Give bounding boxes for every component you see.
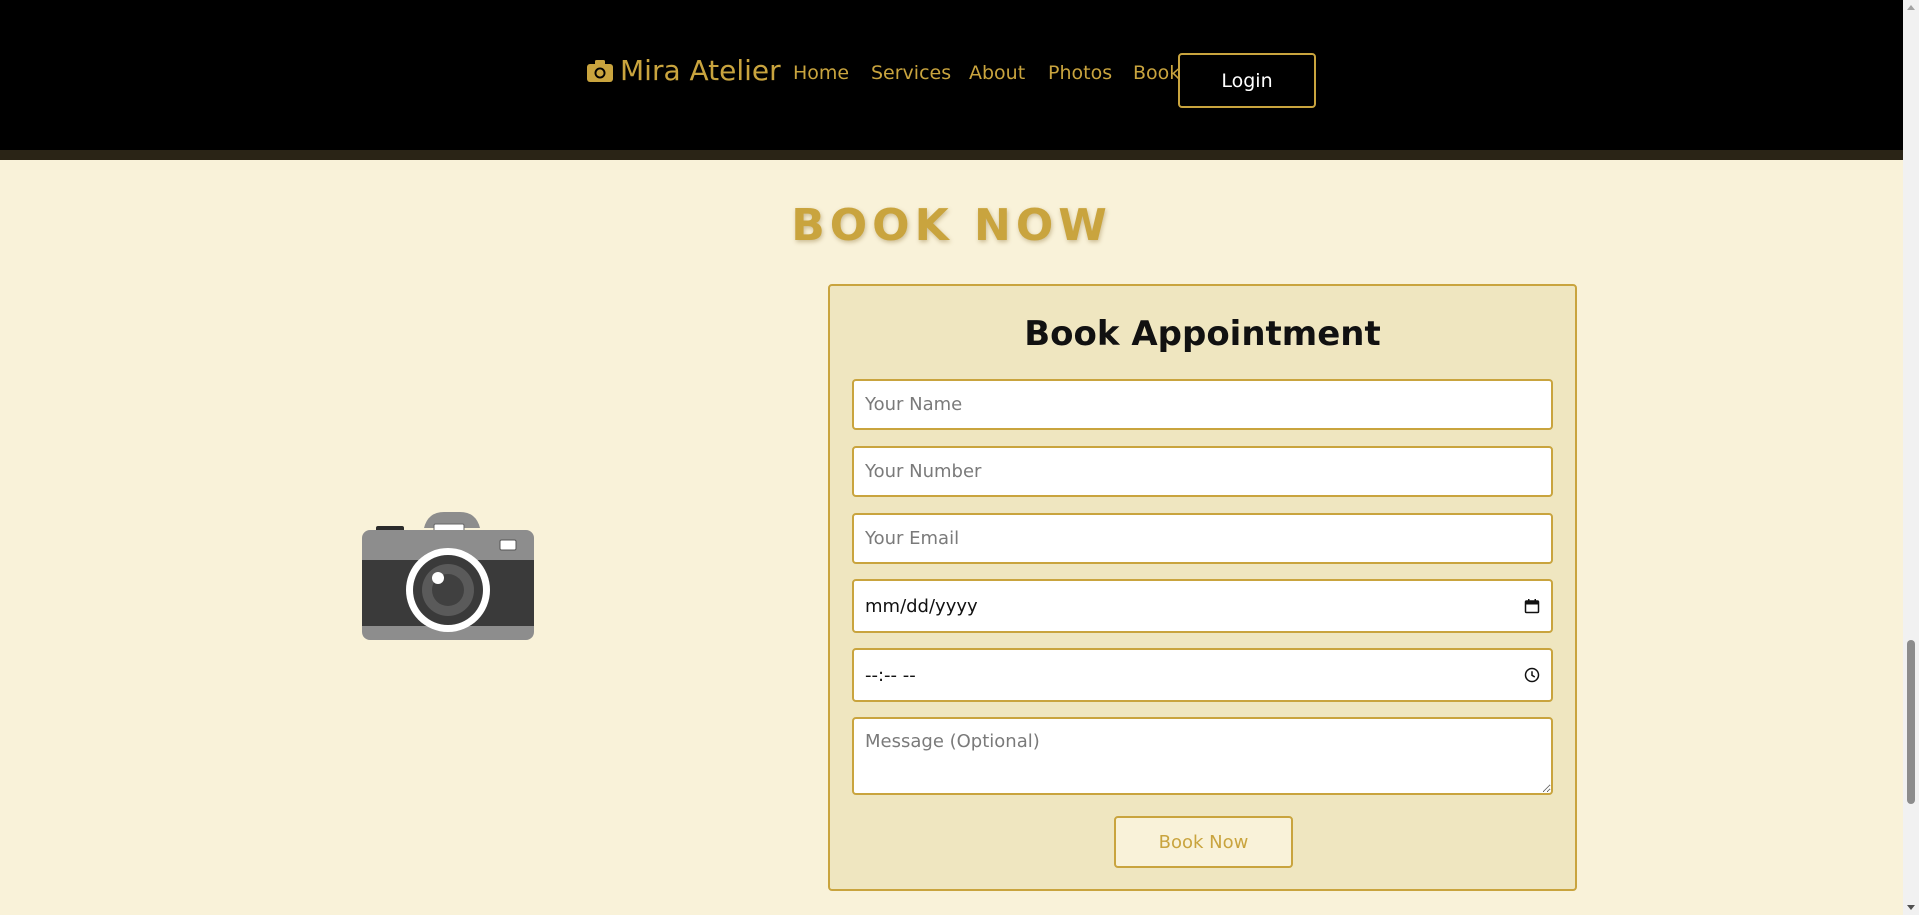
nav-link-about[interactable]: About — [969, 62, 1025, 84]
form-heading: Book Appointment — [1024, 314, 1381, 354]
time-value: --:-- -- — [865, 664, 916, 686]
scroll-thumb[interactable] — [1907, 640, 1915, 804]
scroll-up-arrow-icon[interactable] — [1907, 5, 1915, 10]
scroll-down-arrow-icon[interactable] — [1907, 905, 1915, 910]
time-input[interactable]: --:-- -- — [852, 648, 1553, 702]
calendar-icon[interactable] — [1524, 598, 1540, 614]
nav-link-services[interactable]: Services — [871, 62, 951, 84]
site-header: Mira Atelier Home Services About Photos … — [0, 0, 1903, 160]
section-title: BOOK NOW — [791, 200, 1112, 251]
clock-icon[interactable] — [1524, 667, 1540, 683]
number-input[interactable] — [852, 446, 1553, 497]
login-button[interactable]: Login — [1178, 53, 1316, 108]
brand-logo[interactable]: Mira Atelier — [586, 54, 781, 87]
nav-link-home[interactable]: Home — [793, 62, 849, 84]
date-value: mm/dd/yyyy — [865, 595, 978, 617]
name-input[interactable] — [852, 379, 1553, 430]
email-input[interactable] — [852, 513, 1553, 564]
brand-name: Mira Atelier — [620, 54, 781, 87]
booking-form: Book Appointment mm/dd/yyyy --:-- -- Boo… — [828, 284, 1577, 891]
camera-icon — [587, 59, 613, 82]
page-scrollbar[interactable] — [1903, 0, 1919, 915]
nav-link-book[interactable]: Book — [1133, 62, 1179, 84]
date-input[interactable]: mm/dd/yyyy — [852, 579, 1553, 633]
nav-link-photos[interactable]: Photos — [1048, 62, 1112, 84]
camera-illustration — [362, 512, 534, 640]
message-textarea[interactable] — [852, 717, 1553, 795]
book-now-button[interactable]: Book Now — [1114, 816, 1293, 868]
